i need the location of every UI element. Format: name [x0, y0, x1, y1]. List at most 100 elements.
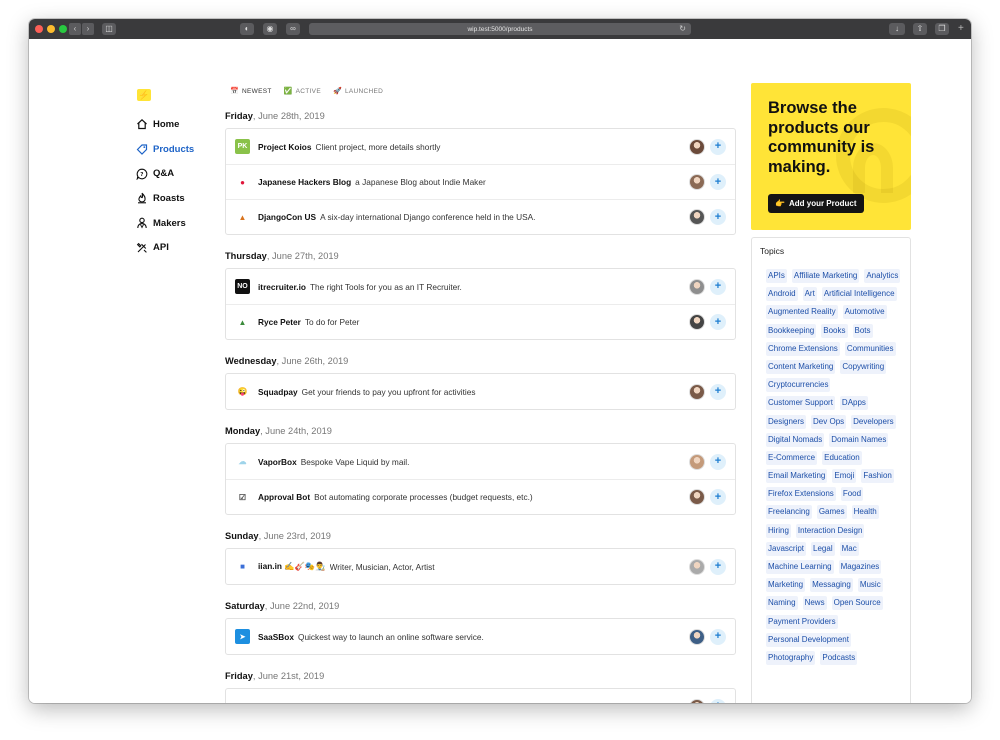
topic-tag[interactable]: Payment Providers [766, 614, 838, 629]
topic-tag[interactable]: Affiliate Marketing [791, 269, 860, 283]
add-todo-button[interactable]: + [710, 174, 726, 190]
product-name[interactable]: VaporBox [258, 457, 297, 467]
topic-tag[interactable]: Music [857, 578, 883, 593]
topic-tag[interactable]: Analytics [864, 269, 901, 283]
topic-tag[interactable]: Fashion [861, 469, 894, 484]
forward-icon[interactable]: › [82, 23, 94, 35]
topic-tag[interactable]: Interaction Design [795, 523, 865, 538]
topic-tag[interactable]: Bots [852, 323, 873, 338]
topic-tag[interactable]: Legal [811, 541, 835, 556]
topic-tag[interactable]: Artificial Intelligence [821, 287, 897, 302]
topic-tag[interactable]: Messaging [810, 578, 853, 593]
add-todo-button[interactable]: + [710, 698, 726, 703]
product-name[interactable]: Japanese Hackers Blog [258, 177, 351, 187]
topic-tag[interactable]: Digital Nomads [766, 432, 825, 447]
product-name[interactable]: Ryce Peter [258, 317, 301, 327]
topic-tag[interactable]: Books [821, 323, 848, 338]
zoom-window-button[interactable] [59, 25, 67, 33]
maker-avatar[interactable] [689, 489, 705, 505]
close-window-button[interactable] [35, 25, 43, 33]
topic-tag[interactable]: DApps [839, 396, 868, 411]
topic-tag[interactable]: Freelancing [766, 505, 812, 520]
product-row[interactable]: ➤ SaaSBox Quickest way to launch an online… [226, 619, 735, 654]
maker-avatar[interactable] [689, 278, 705, 295]
product-name[interactable]: Squadpay [258, 387, 298, 397]
maker-avatar[interactable] [689, 383, 705, 400]
topic-tag[interactable]: News [802, 596, 827, 611]
maker-avatar[interactable] [689, 698, 705, 703]
share-icon[interactable]: ⇧ [913, 23, 927, 35]
product-name[interactable]: iian.in ✍️🎸🎭👨‍🎨 [258, 561, 326, 572]
topic-tag[interactable]: Education [822, 450, 862, 465]
topic-tag[interactable]: Naming [766, 596, 798, 611]
topic-tag[interactable]: Developers [851, 414, 896, 429]
product-name[interactable]: DjangoCon US [258, 212, 316, 222]
maker-avatar[interactable] [689, 453, 705, 470]
product-row[interactable]: NO itrecruiter.io The right Tools for you … [226, 269, 735, 304]
product-row[interactable]: ♟ Metamas My professional web presence and… [226, 689, 735, 703]
tab-newest[interactable]: 📅 NEWEST [230, 87, 272, 96]
add-todo-button[interactable]: + [710, 314, 726, 330]
tab-launched[interactable]: 🚀 LAUNCHED [333, 87, 383, 96]
nav-item-home[interactable]: Home [136, 112, 194, 137]
topic-tag[interactable]: Health [851, 505, 879, 520]
add-todo-button[interactable]: + [710, 278, 726, 295]
topic-tag[interactable]: Podcasts [820, 650, 858, 665]
topic-tag[interactable]: Designers [766, 414, 807, 429]
topic-tag[interactable]: Email Marketing [766, 469, 828, 484]
product-row[interactable]: ☑ Approval Bot Bot automating corporate pr… [226, 479, 735, 514]
product-name[interactable]: Project Koios [258, 142, 311, 152]
topic-tag[interactable]: Customer Support [766, 396, 835, 411]
product-name[interactable]: Approval Bot [258, 492, 310, 502]
product-row[interactable]: ▲ Ryce Peter To do for Peter + [226, 304, 735, 339]
tabs-overview-icon[interactable]: ❐ [935, 23, 949, 35]
nav-item-products[interactable]: Products [136, 137, 194, 162]
download-icon[interactable]: ↓ [889, 23, 905, 35]
back-icon[interactable]: ‹ [69, 23, 81, 35]
add-todo-button[interactable]: + [710, 453, 726, 470]
topic-tag[interactable]: Augmented Reality [766, 305, 838, 320]
maker-avatar[interactable] [689, 628, 705, 645]
link-icon[interactable]: ∞ [286, 23, 300, 35]
topic-tag[interactable]: Bookkeeping [766, 323, 817, 338]
address-bar[interactable]: wip.test:5000/products ↻ [309, 23, 691, 35]
maker-avatar[interactable] [689, 174, 705, 190]
nav-item-qa[interactable]: ? Q&A [136, 161, 194, 186]
nav-item-api[interactable]: API [136, 235, 194, 260]
nav-item-makers[interactable]: Makers [136, 211, 194, 236]
topic-tag[interactable]: Cryptocurrencies [766, 378, 831, 393]
topic-tag[interactable]: Domain Names [829, 432, 889, 447]
topic-tag[interactable]: Games [816, 505, 847, 520]
topic-tag[interactable]: Chrome Extensions [766, 341, 840, 356]
topic-tag[interactable]: Emoji [832, 469, 857, 484]
topic-tag[interactable]: Android [766, 287, 798, 302]
topic-tag[interactable]: APIs [766, 269, 787, 283]
topic-tag[interactable]: Marketing [766, 578, 806, 593]
nav-item-roasts[interactable]: Roasts [136, 186, 194, 211]
add-todo-button[interactable]: + [710, 383, 726, 400]
topic-tag[interactable]: Content Marketing [766, 359, 836, 374]
product-name[interactable]: SaaSBox [258, 632, 294, 642]
extension-icon[interactable]: ◐ [240, 23, 254, 35]
topic-tag[interactable]: Javascript [766, 541, 807, 556]
product-row[interactable]: 😜 Squadpay Get your friends to pay you upf… [226, 374, 735, 409]
product-row[interactable]: ▲ DjangoCon US A six-day international Dja… [226, 199, 735, 234]
maker-avatar[interactable] [689, 138, 705, 155]
topic-tag[interactable]: Hiring [766, 523, 791, 538]
topic-tag[interactable]: Mac [839, 541, 859, 556]
product-row[interactable]: ■ iian.in ✍️🎸🎭👨‍🎨 Writer, Musician, Actor,… [226, 549, 735, 584]
product-row[interactable]: ☁ VaporBox Bespoke Vape Liquid by mail. + [226, 444, 735, 479]
minimize-window-button[interactable] [47, 25, 55, 33]
maker-avatar[interactable] [689, 314, 705, 330]
privacy-icon[interactable]: ◉ [263, 23, 277, 35]
topic-tag[interactable]: Communities [844, 341, 896, 356]
add-todo-button[interactable]: + [710, 138, 726, 155]
add-todo-button[interactable]: + [710, 209, 726, 225]
reload-icon[interactable]: ↻ [679, 24, 686, 33]
tab-active[interactable]: ✅ ACTIVE [284, 87, 321, 96]
topic-tag[interactable]: Personal Development [766, 632, 851, 647]
topic-tag[interactable]: Magazines [838, 560, 882, 574]
maker-avatar[interactable] [689, 558, 705, 575]
product-name[interactable]: Metamas [258, 702, 294, 704]
product-row[interactable]: ● Japanese Hackers Blog a Japanese Blog ab… [226, 164, 735, 199]
